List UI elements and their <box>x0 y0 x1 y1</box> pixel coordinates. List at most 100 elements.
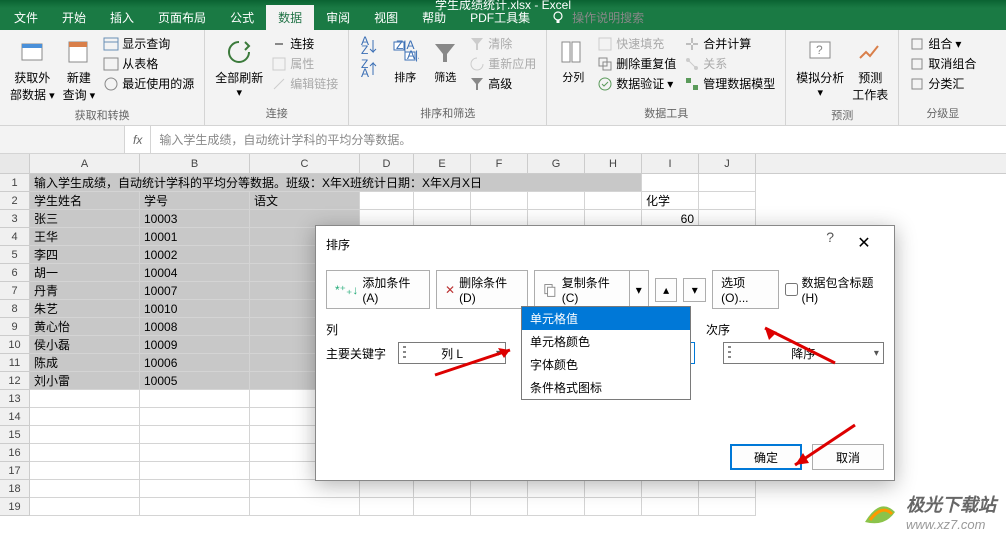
empty-cell[interactable] <box>699 480 756 498</box>
empty-cell[interactable] <box>140 498 250 516</box>
copy-condition-button[interactable]: 复制条件(C) <box>534 270 629 309</box>
data-cell[interactable]: 10003 <box>140 210 250 228</box>
row-header-3[interactable]: 3 <box>0 210 30 228</box>
empty-cell[interactable] <box>585 480 642 498</box>
subtotal-button[interactable]: 分类汇 <box>907 74 966 93</box>
empty-cell[interactable] <box>585 498 642 516</box>
cell[interactable] <box>699 174 756 192</box>
empty-cell[interactable] <box>471 498 528 516</box>
row-header-7[interactable]: 7 <box>0 282 30 300</box>
data-cell[interactable]: 丹青 <box>30 282 140 300</box>
empty-cell[interactable] <box>699 498 756 516</box>
empty-cell[interactable] <box>360 498 414 516</box>
col-header-F[interactable]: F <box>471 154 528 173</box>
new-query-button[interactable]: 新建查询 ▾ <box>61 34 98 105</box>
empty-cell[interactable] <box>360 480 414 498</box>
row-header-2[interactable]: 2 <box>0 192 30 210</box>
col-header-I[interactable]: I <box>642 154 699 173</box>
row-header-17[interactable]: 17 <box>0 462 30 480</box>
empty-cell[interactable] <box>528 480 585 498</box>
header-cell[interactable]: 化学 <box>642 192 699 210</box>
cell[interactable] <box>699 192 756 210</box>
empty-cell[interactable] <box>528 498 585 516</box>
header-cell[interactable] <box>585 192 642 210</box>
header-cell[interactable] <box>528 192 585 210</box>
empty-cell[interactable] <box>30 498 140 516</box>
col-header-D[interactable]: D <box>360 154 414 173</box>
select-all-corner[interactable] <box>0 154 30 173</box>
get-external-data-button[interactable]: 获取外部数据 ▾ <box>8 34 57 105</box>
empty-cell[interactable] <box>140 444 250 462</box>
tab-help[interactable]: 帮助 <box>410 5 458 30</box>
from-table-button[interactable]: 从表格 <box>101 54 160 73</box>
sort-column-dropdown[interactable]: 列 L▾ <box>398 342 506 364</box>
row-header-10[interactable]: 10 <box>0 336 30 354</box>
data-cell[interactable]: 王华 <box>30 228 140 246</box>
data-cell[interactable]: 陈成 <box>30 354 140 372</box>
empty-cell[interactable] <box>30 390 140 408</box>
ungroup-button[interactable]: 取消组合 <box>907 54 978 73</box>
empty-cell[interactable] <box>30 462 140 480</box>
empty-cell[interactable] <box>140 408 250 426</box>
dialog-help-button[interactable]: ? <box>816 229 844 259</box>
data-cell[interactable]: 张三 <box>30 210 140 228</box>
copy-condition-dropdown[interactable]: ▾ <box>629 270 649 309</box>
data-cell[interactable]: 10001 <box>140 228 250 246</box>
row-header-5[interactable]: 5 <box>0 246 30 264</box>
dialog-close-button[interactable]: ✕ <box>844 229 884 259</box>
empty-cell[interactable] <box>140 480 250 498</box>
data-cell[interactable]: 刘小雷 <box>30 372 140 390</box>
refresh-all-button[interactable]: 全部刷新▾ <box>213 34 265 103</box>
data-cell[interactable]: 10004 <box>140 264 250 282</box>
data-cell[interactable]: 10008 <box>140 318 250 336</box>
sort-asc-icon[interactable]: AZ <box>359 36 381 58</box>
row-header-6[interactable]: 6 <box>0 264 30 282</box>
dropdown-item-font-color[interactable]: 字体颜色 <box>522 353 690 376</box>
tab-pdf-tools[interactable]: PDF工具集 <box>458 5 542 30</box>
dropdown-item-cell-value[interactable]: 单元格值 <box>522 307 690 330</box>
data-cell[interactable]: 10002 <box>140 246 250 264</box>
recent-sources-button[interactable]: 最近使用的源 <box>101 74 196 93</box>
header-cell[interactable] <box>414 192 471 210</box>
sort-az-buttons[interactable]: AZ ZA <box>357 34 383 103</box>
col-header-J[interactable]: J <box>699 154 756 173</box>
group-button[interactable]: 组合 ▾ <box>907 34 963 53</box>
empty-cell[interactable] <box>140 426 250 444</box>
tab-formulas[interactable]: 公式 <box>218 5 266 30</box>
data-validation-button[interactable]: 数据验证 ▾ <box>595 74 675 93</box>
move-up-button[interactable]: ▴ <box>655 278 678 302</box>
col-header-A[interactable]: A <box>30 154 140 173</box>
tab-page-layout[interactable]: 页面布局 <box>146 5 218 30</box>
data-cell[interactable]: 黄心怡 <box>30 318 140 336</box>
header-cell[interactable]: 学生姓名 <box>30 192 140 210</box>
consolidate-button[interactable]: 合并计算 <box>682 34 753 53</box>
ok-button[interactable]: 确定 <box>730 444 802 470</box>
empty-cell[interactable] <box>414 498 471 516</box>
forecast-sheet-button[interactable]: 预测工作表 <box>850 34 890 105</box>
empty-cell[interactable] <box>250 498 360 516</box>
options-button[interactable]: 选项(O)... <box>712 270 778 309</box>
row-header-15[interactable]: 15 <box>0 426 30 444</box>
empty-cell[interactable] <box>30 480 140 498</box>
row-header-16[interactable]: 16 <box>0 444 30 462</box>
empty-cell[interactable] <box>414 480 471 498</box>
cell[interactable] <box>642 174 699 192</box>
dropdown-item-cell-color[interactable]: 单元格颜色 <box>522 330 690 353</box>
row-header-19[interactable]: 19 <box>0 498 30 516</box>
header-cell[interactable]: 语文 <box>250 192 360 210</box>
empty-cell[interactable] <box>250 480 360 498</box>
col-header-C[interactable]: C <box>250 154 360 173</box>
empty-cell[interactable] <box>30 444 140 462</box>
header-cell[interactable] <box>471 192 528 210</box>
what-if-button[interactable]: ? 模拟分析▾ <box>794 34 846 105</box>
data-cell[interactable]: 侯小磊 <box>30 336 140 354</box>
row-header-8[interactable]: 8 <box>0 300 30 318</box>
empty-cell[interactable] <box>642 498 699 516</box>
merged-title-cell[interactable]: 输入学生成绩，自动统计学科的平均分等数据。班级：X年X班统计日期：X年X月X日 <box>30 174 642 192</box>
tab-insert[interactable]: 插入 <box>98 5 146 30</box>
data-cell[interactable]: 李四 <box>30 246 140 264</box>
formula-input[interactable]: 输入学生成绩，自动统计学科的平均分等数据。 <box>151 127 1006 152</box>
add-condition-button[interactable]: *⁺₊↓添加条件(A) <box>326 270 430 309</box>
header-cell[interactable]: 学号 <box>140 192 250 210</box>
tab-data[interactable]: 数据 <box>266 5 314 30</box>
